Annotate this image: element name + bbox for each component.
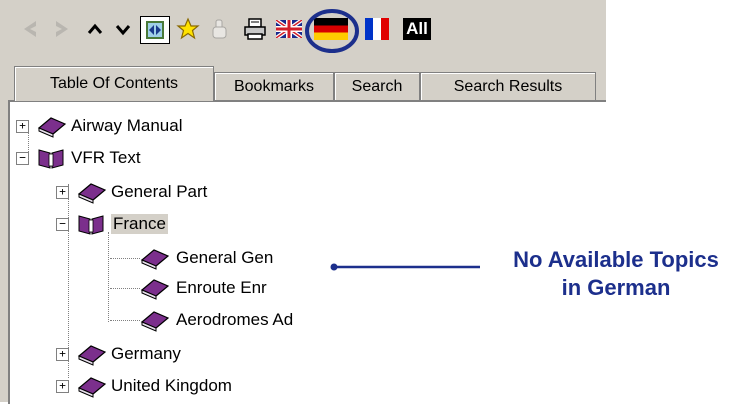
- back-button[interactable]: [16, 16, 44, 42]
- closed-book-icon: [77, 377, 107, 398]
- tree-item-vfr-text[interactable]: − VFR Text: [16, 146, 141, 170]
- hand-icon: [212, 19, 227, 39]
- expand-icon[interactable]: +: [56, 185, 69, 199]
- highlight-circle: [305, 9, 359, 53]
- uk-flag-icon: [276, 20, 302, 38]
- tree-item-enroute-enr[interactable]: Enroute Enr: [138, 276, 267, 300]
- closed-book-icon: [37, 117, 67, 138]
- tree-connector: [110, 288, 140, 289]
- closed-book-icon: [140, 249, 170, 270]
- printer-icon: [244, 18, 266, 40]
- french-language-button[interactable]: [362, 16, 392, 42]
- open-book-icon: [38, 149, 64, 169]
- down-button[interactable]: [110, 16, 136, 42]
- callout-text: No Available Topics in German: [490, 246, 742, 302]
- print-button[interactable]: [240, 16, 270, 42]
- closed-book-icon: [140, 279, 170, 300]
- forward-button[interactable]: [48, 16, 76, 42]
- help-viewer-panel: All Table Of Contents Bookmarks Search S…: [0, 0, 606, 404]
- expand-icon[interactable]: +: [56, 379, 69, 393]
- caret-down-icon: [115, 25, 131, 36]
- tree-connector: [108, 232, 109, 322]
- tab-label: Table Of Contents: [49, 75, 179, 92]
- tab-search[interactable]: Search: [334, 72, 420, 101]
- tree-item-france[interactable]: − France: [56, 212, 168, 236]
- bookmark-button[interactable]: [174, 16, 202, 42]
- star-icon: [176, 17, 200, 40]
- closed-book-icon: [140, 311, 170, 332]
- french-flag-icon: [365, 18, 389, 40]
- expand-icon[interactable]: +: [16, 119, 29, 133]
- collapse-icon[interactable]: −: [16, 151, 29, 165]
- tab-table-of-contents[interactable]: Table Of Contents: [14, 66, 214, 101]
- tree-item-label: Aerodromes Ad: [176, 310, 294, 329]
- english-language-button[interactable]: [274, 16, 304, 42]
- tab-label: Search Results: [453, 78, 563, 95]
- callout-line-1: No Available Topics: [513, 247, 719, 272]
- highlight-button[interactable]: [206, 16, 234, 42]
- tree-item-label: VFR Text: [71, 148, 141, 167]
- tree-item-label: United Kingdom: [111, 376, 232, 395]
- closed-book-icon: [77, 183, 107, 204]
- tree-item-label: France: [111, 214, 168, 234]
- tab-label: Bookmarks: [233, 78, 315, 95]
- tree-connector: [110, 258, 140, 259]
- tree-item-label: General Part: [111, 182, 208, 201]
- chevron-right-icon: [56, 21, 68, 37]
- tree-item-label: Germany: [111, 344, 181, 363]
- tree-item-general-gen[interactable]: General Gen: [138, 246, 273, 270]
- tree-item-label: General Gen: [176, 248, 274, 267]
- all-languages-button[interactable]: All: [398, 16, 436, 42]
- tab-search-results[interactable]: Search Results: [420, 72, 596, 101]
- chevron-left-icon: [24, 21, 36, 37]
- expand-icon[interactable]: +: [56, 347, 69, 361]
- tab-label: Search: [351, 78, 403, 95]
- sync-icon: [146, 21, 164, 39]
- tree-item-label: Enroute Enr: [176, 278, 267, 297]
- all-label: All: [403, 18, 431, 40]
- tree-item-germany[interactable]: + Germany: [56, 342, 181, 366]
- tree-item-general-part[interactable]: + General Part: [56, 180, 207, 204]
- tab-bookmarks[interactable]: Bookmarks: [214, 72, 334, 101]
- callout-line-2: in German: [561, 275, 671, 300]
- toolbar: All: [0, 0, 606, 58]
- sync-toc-button[interactable]: [140, 16, 170, 44]
- callout-line: [330, 263, 480, 271]
- tree-item-aerodromes-ad[interactable]: Aerodromes Ad: [138, 308, 293, 332]
- tree-item-label: Airway Manual: [71, 116, 183, 135]
- closed-book-icon: [77, 345, 107, 366]
- open-book-icon: [78, 215, 104, 235]
- up-button[interactable]: [82, 16, 108, 42]
- caret-up-icon: [87, 23, 103, 34]
- collapse-icon[interactable]: −: [56, 217, 69, 231]
- tree-connector: [110, 320, 140, 321]
- tree-item-united-kingdom[interactable]: + United Kingdom: [56, 374, 232, 398]
- tree-item-airway-manual[interactable]: + Airway Manual: [16, 114, 183, 138]
